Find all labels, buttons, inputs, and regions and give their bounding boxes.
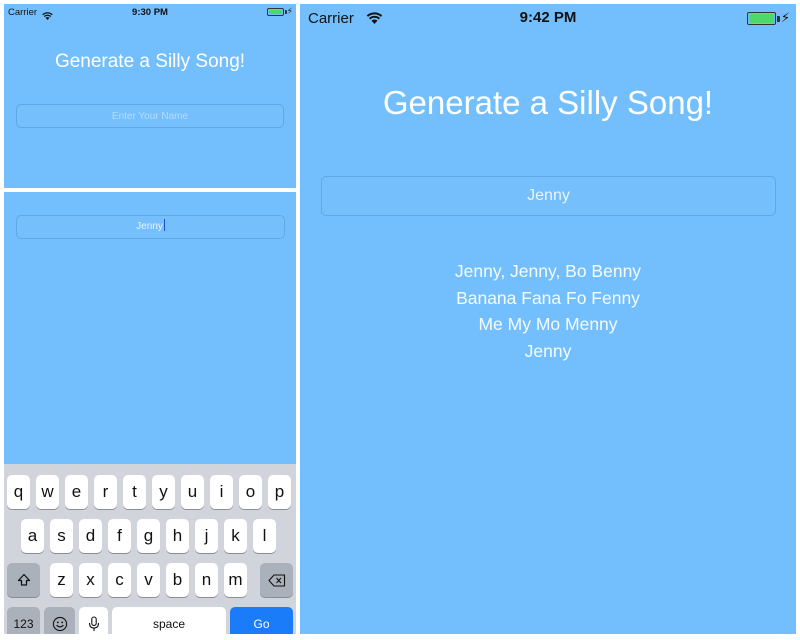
shift-icon — [17, 570, 31, 589]
key-d[interactable]: d — [79, 519, 102, 553]
song-lyrics: Jenny, Jenny, Bo Benny Banana Fana Fo Fe… — [300, 258, 796, 364]
key-k[interactable]: k — [224, 519, 247, 553]
keyboard: q w e r t y u i o p a s d f g h j k l z … — [4, 464, 296, 634]
charging-bolt-icon: ⚡ — [286, 6, 293, 16]
name-input-value: Jenny — [136, 221, 163, 232]
status-bar: Carrier 9:42 PM ⚡ — [300, 4, 796, 30]
key-i[interactable]: i — [210, 475, 233, 509]
key-r[interactable]: r — [94, 475, 117, 509]
microphone-icon — [88, 614, 100, 633]
microphone-key[interactable] — [79, 607, 108, 634]
key-c[interactable]: c — [108, 563, 131, 597]
key-z[interactable]: z — [50, 563, 73, 597]
key-j[interactable]: j — [195, 519, 218, 553]
key-n[interactable]: n — [195, 563, 218, 597]
key-l[interactable]: l — [253, 519, 276, 553]
emoji-key[interactable] — [44, 607, 75, 634]
key-v[interactable]: v — [137, 563, 160, 597]
page-title: Generate a Silly Song! — [382, 84, 714, 121]
key-b[interactable]: b — [166, 563, 189, 597]
clock: 9:42 PM — [519, 9, 577, 26]
battery-icon — [267, 8, 287, 16]
key-e[interactable]: e — [65, 475, 88, 509]
charging-bolt-icon: ⚡ — [780, 10, 790, 25]
key-h[interactable]: h — [166, 519, 189, 553]
key-u[interactable]: u — [181, 475, 204, 509]
key-x[interactable]: x — [79, 563, 102, 597]
name-input[interactable] — [16, 104, 284, 128]
go-key[interactable]: Go — [230, 607, 293, 634]
delete-key[interactable] — [260, 563, 293, 597]
key-t[interactable]: t — [123, 475, 146, 509]
lyric-line: Jenny, Jenny, Bo Benny — [454, 261, 642, 281]
delete-icon — [267, 570, 286, 589]
numbers-key[interactable]: 123 — [7, 607, 40, 634]
lyric-line: Banana Fana Fo Fenny — [456, 287, 640, 308]
text-caret — [163, 219, 165, 231]
key-q[interactable]: q — [7, 475, 30, 509]
screen-result: Carrier 9:42 PM ⚡ Generate a Silly Song!… — [300, 4, 796, 634]
screen-initial: Carrier 9:30 PM ⚡ Generate a Silly Song! — [4, 4, 296, 188]
key-p[interactable]: p — [268, 475, 291, 509]
key-f[interactable]: f — [108, 519, 131, 553]
page-title: Generate a Silly Song! — [54, 51, 246, 72]
name-input-focused[interactable]: Jenny — [16, 215, 285, 239]
clock: 9:30 PM — [132, 7, 168, 18]
key-s[interactable]: s — [50, 519, 73, 553]
battery-icon — [747, 12, 780, 25]
key-g[interactable]: g — [137, 519, 160, 553]
space-key[interactable]: space — [112, 607, 226, 634]
name-input[interactable]: Jenny — [321, 176, 776, 216]
emoji-icon — [52, 614, 68, 633]
key-y[interactable]: y — [152, 475, 175, 509]
lyric-line: Me My Mo Menny — [478, 314, 618, 334]
status-bar: Carrier 9:30 PM ⚡ — [4, 4, 296, 22]
key-o[interactable]: o — [239, 475, 262, 509]
key-w[interactable]: w — [36, 475, 59, 509]
key-m[interactable]: m — [224, 563, 247, 597]
screen-typing: Jenny q w e r t y u i o p a s d f g h j … — [4, 192, 296, 634]
lyric-line: Jenny — [524, 340, 572, 361]
key-a[interactable]: a — [21, 519, 44, 553]
shift-key[interactable] — [7, 563, 40, 597]
